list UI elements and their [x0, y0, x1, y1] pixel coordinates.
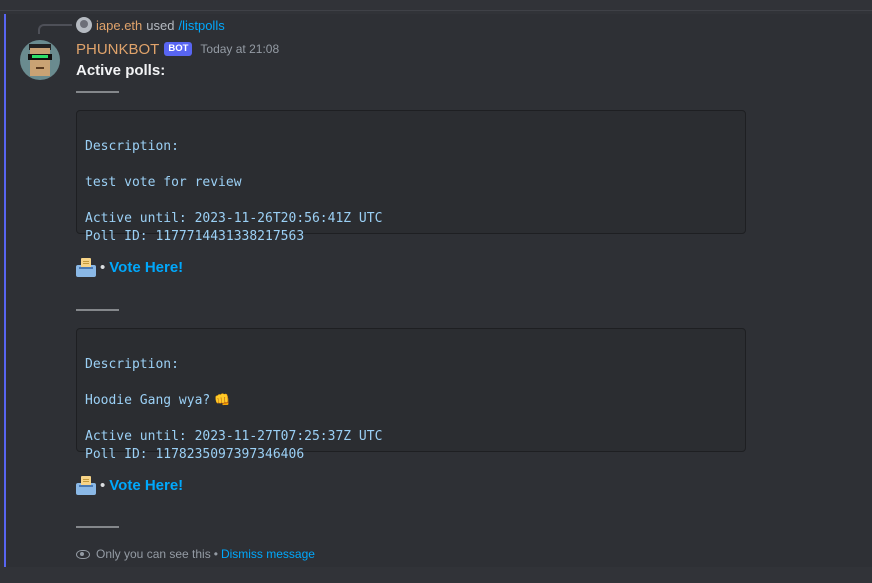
reply-command[interactable]: /listpolls — [178, 18, 224, 33]
message-header: PHUNKBOT BOT Today at 21:08 — [76, 40, 279, 58]
ballot-box-icon — [76, 257, 96, 277]
eye-icon — [76, 549, 90, 559]
vote-here-link[interactable]: Vote Here! — [109, 477, 183, 494]
ephemeral-note: Only you can see this — [96, 547, 211, 561]
avatar-mouth — [36, 67, 44, 69]
dismiss-message-link[interactable]: Dismiss message — [221, 547, 315, 561]
vote-here-link[interactable]: Vote Here! — [109, 259, 183, 276]
vote-separator: • — [100, 476, 106, 494]
reply-username[interactable]: iape.eth — [96, 18, 142, 33]
separator-line: ——— — [76, 83, 119, 100]
separator-line: ——— — [76, 518, 119, 535]
poll-id: Poll ID: 1178235097397346406 — [85, 447, 305, 462]
message-timestamp[interactable]: Today at 21:08 — [200, 42, 279, 56]
poll-description-label: Description: — [85, 139, 179, 154]
poll-code-block: Description: Hoodie Gang wya? 👊 Active unti… — [76, 328, 746, 462]
separator-line: ——— — [76, 301, 119, 318]
vote-separator: • — [100, 258, 106, 276]
vote-row: • Vote Here! — [76, 256, 183, 278]
ballot-box-icon — [76, 475, 96, 495]
avatar-face — [30, 48, 50, 76]
message-heading: Active polls: — [76, 62, 166, 79]
reply-user-avatar[interactable] — [76, 17, 92, 33]
avatar-lens — [32, 55, 48, 58]
poll-id: Poll ID: 1177714431338217563 — [85, 229, 305, 244]
bot-avatar[interactable] — [20, 40, 60, 80]
bot-tag: BOT — [164, 42, 193, 56]
poll-description: Hoodie Gang wya? — [85, 393, 211, 408]
reply-spine — [38, 24, 72, 34]
command-reply-context[interactable]: iape.eth used /listpolls — [76, 17, 225, 33]
channel-bottom-bar — [0, 567, 872, 583]
poll-active-until: Active until: 2023-11-26T20:56:41Z UTC — [85, 211, 383, 226]
fist-emoji-icon: 👊 — [214, 393, 231, 408]
poll-code-block: Description: test vote for review Active u… — [76, 110, 746, 244]
channel-top-bar — [0, 0, 872, 14]
author-name[interactable]: PHUNKBOT — [76, 41, 159, 58]
poll-description-label: Description: — [85, 357, 179, 372]
poll-active-until: Active until: 2023-11-27T07:25:37Z UTC — [85, 429, 383, 444]
ephemeral-notice: Only you can see this • Dismiss message — [76, 546, 315, 562]
vote-row: • Vote Here! — [76, 474, 183, 496]
reply-used-label: used — [146, 17, 175, 33]
poll-description-row: Hoodie Gang wya? 👊 — [85, 392, 737, 410]
ephemeral-separator: • — [213, 547, 218, 561]
poll-description: test vote for review — [85, 175, 242, 190]
